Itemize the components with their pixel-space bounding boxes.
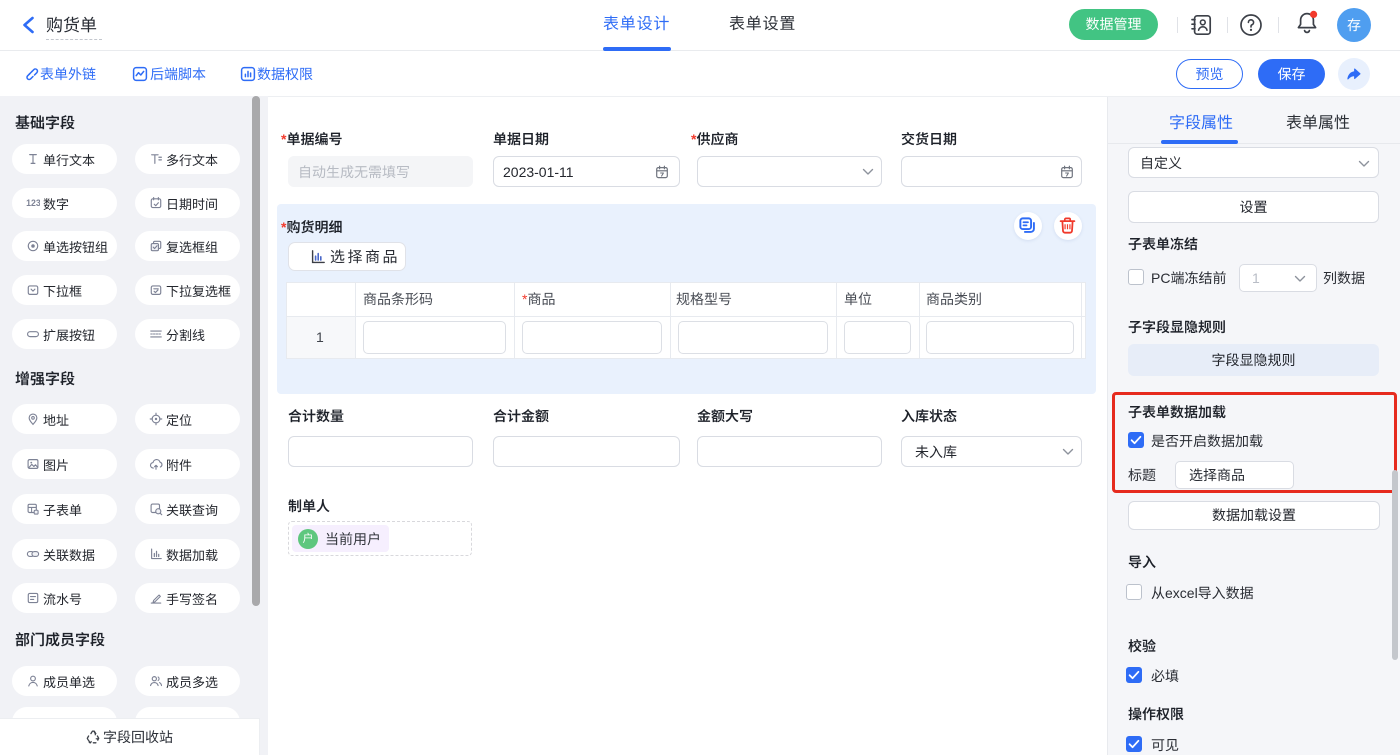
svg-text:123: 123 — [26, 198, 40, 208]
